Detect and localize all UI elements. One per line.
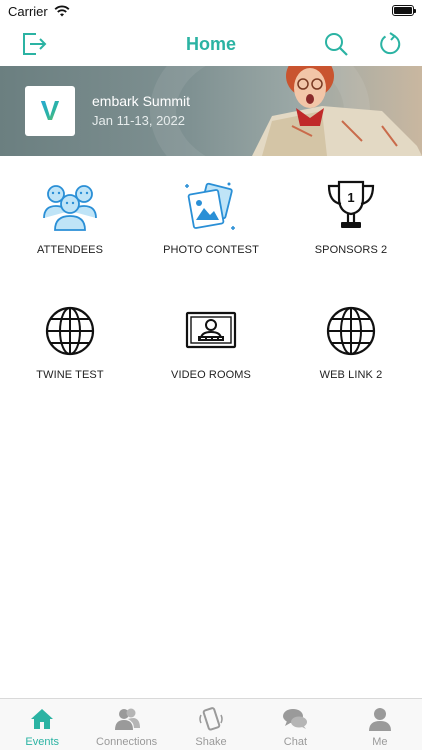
exit-event-button[interactable] [18,28,50,60]
tab-label: Me [372,736,388,748]
tab-events[interactable]: Events [0,699,84,750]
shake-phone-icon [199,707,223,731]
home-icon [31,709,54,729]
tile-label: VIDEO ROOMS [171,369,251,381]
tab-label: Events [25,736,60,748]
tab-shake[interactable]: Shake [169,699,253,750]
banner-photo [252,66,422,156]
tile-label: ATTENDEES [36,244,104,256]
tab-connections[interactable]: Connections [84,699,168,750]
carrier-label: Carrier [8,3,48,19]
attendees-icon [43,185,97,231]
tile-label: PHOTO CONTEST [163,244,259,256]
tile-attendees[interactable]: ATTENDEES [0,156,140,266]
tab-label: Shake [195,736,227,748]
chat-bubbles-icon [283,709,308,729]
event-logo: V [25,86,75,136]
battery-icon [392,5,416,16]
event-logo-letter: V [40,95,60,126]
tile-photo-contest[interactable]: PHOTO CONTEST [141,156,281,266]
tab-bar: Events Connections Shake Chat Me [0,698,422,750]
search-button[interactable] [320,28,352,60]
tab-label: Connections [96,736,158,748]
exit-icon [23,33,47,55]
trophy-icon: 1 [327,180,375,228]
tab-chat[interactable]: Chat [253,699,337,750]
tile-label: SPONSORS 2 [314,244,388,256]
wifi-icon [54,5,70,17]
tab-label: Chat [283,736,308,748]
video-room-icon [185,311,237,349]
svg-text:1: 1 [347,190,354,205]
status-bar: Carrier [0,0,422,22]
tile-sponsors[interactable]: 1 SPONSORS 2 [281,156,421,266]
person-icon [368,708,391,731]
event-banner[interactable]: V embark Summit Jan 11-13, 2022 [0,66,422,156]
photo-contest-icon [185,182,235,230]
tab-me[interactable]: Me [338,699,422,750]
refresh-icon [380,32,401,55]
connections-icon [114,708,140,730]
refresh-button[interactable] [374,28,406,60]
globe-icon [45,306,95,356]
event-name: embark Summit [92,93,191,109]
tile-label: WEB LINK 2 [319,369,383,381]
tile-video-rooms[interactable]: VIDEO ROOMS [141,281,281,391]
tile-label: TWINE TEST [36,369,104,381]
search-icon [325,33,348,56]
event-dates: Jan 11-13, 2022 [92,113,185,128]
tile-web-link-2[interactable]: WEB LINK 2 [281,281,421,391]
globe-icon [326,306,376,356]
tile-twine-test[interactable]: TWINE TEST [0,281,140,391]
page-title: Home [185,33,236,54]
nav-bar: Home [0,22,422,66]
